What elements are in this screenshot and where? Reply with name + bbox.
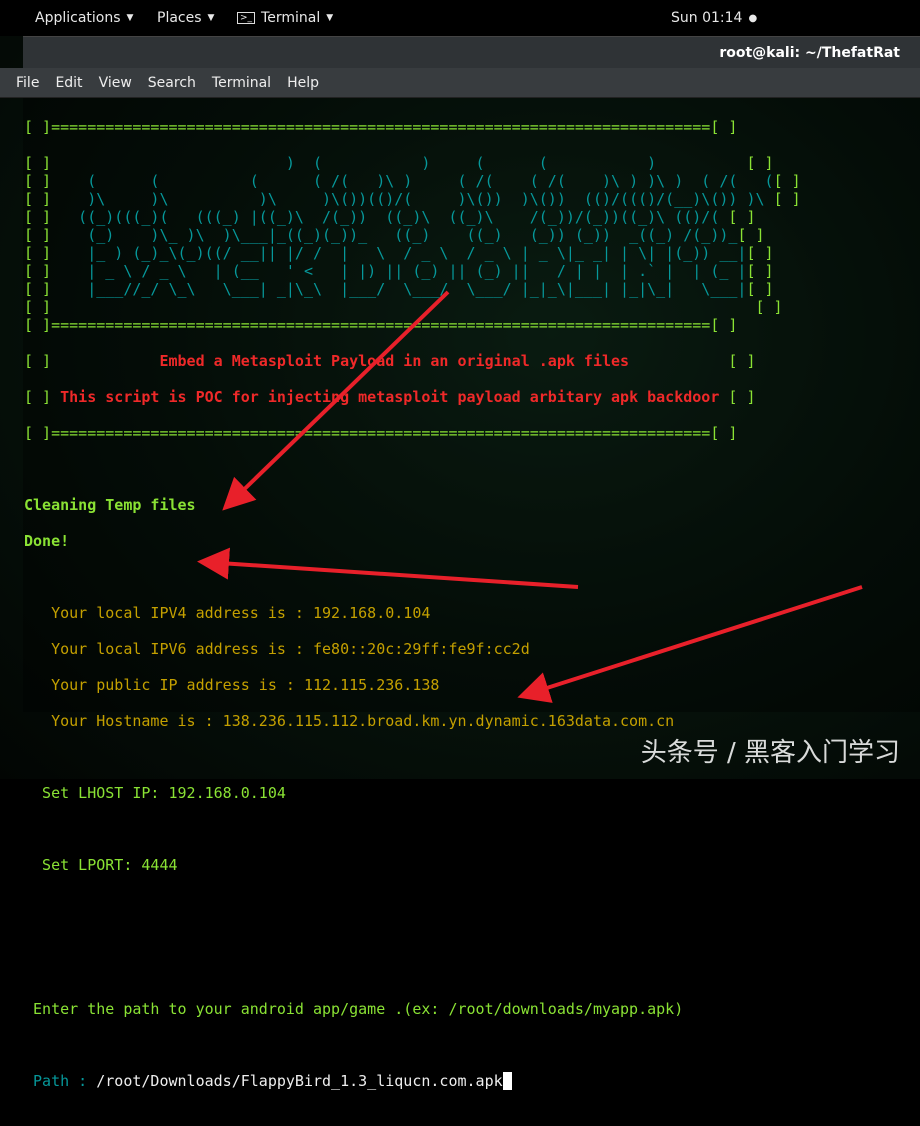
public-ip-line: Your public IP address is : 112.115.236.… [24,676,440,694]
ascii-art-row: [ ] ( ( ( ( /( )\ ) ( /( ( /( )\ ) )\ ) … [24,172,801,190]
banner-border: [ ]=====================================… [24,424,738,442]
menu-bar: File Edit View Search Terminal Help [0,68,920,98]
done-text: Done! [24,532,70,550]
ascii-art-row: [ ] ) ( ) ( ( ) [ ] [24,154,774,172]
terminal-icon: >_ [237,12,256,24]
lport-line: Set LPORT: 4444 [24,856,178,874]
places-menu[interactable]: Places ▼ [157,10,214,26]
terminal-output[interactable]: [ ]=====================================… [24,100,801,1126]
path-label: Path : [24,1072,97,1090]
text-cursor [502,1072,512,1090]
banner-border: [ ]=====================================… [24,118,738,136]
ipv4-line: Your local IPV4 address is : 192.168.0.1… [24,604,431,622]
cleaning-text: Cleaning Temp files [24,496,196,514]
ascii-art-row: [ ] ((_)(((_)( (((_) |((_)\ /(_)) ((_)\ … [24,208,756,226]
terminal-app-menu[interactable]: >_ Terminal ▼ [237,10,333,26]
ascii-art-row: [ ] )\ )\ )\ )\())(()/( )\()) )\()) (()/… [24,190,801,208]
ascii-art-row: [ ] [ ] [24,298,783,316]
lhost-line: Set LHOST IP: 192.168.0.104 [24,784,286,802]
notification-dot-icon: ● [748,12,758,24]
menu-search[interactable]: Search [140,75,204,91]
ascii-art-row: [ ] | _ \ / _ \ | (__ ' < | |) || (_) ||… [24,262,774,280]
top-panel: Applications ▼ Places ▼ >_ Terminal ▼ Sun 01… [0,0,920,36]
hostname-line: Your Hostname is : 138.236.115.112.broad… [24,712,675,730]
ipv6-line: Your local IPV6 address is : fe80::20c:2… [24,640,530,658]
enter-path-prompt: Enter the path to your android app/game … [24,1000,684,1018]
watermark: 头条号 / 黑客入门学习 [640,738,900,768]
banner-border: [ ]=====================================… [24,316,738,334]
path-input[interactable]: /root/Downloads/FlappyBird_1.3_liqucn.co… [96,1072,502,1090]
clock[interactable]: Sun 01:14 ● [671,10,757,26]
menu-edit[interactable]: Edit [47,75,90,91]
banner-subtitle: This script is POC for injecting metaspl… [51,388,729,406]
chevron-down-icon: ▼ [126,13,134,23]
menu-file[interactable]: File [8,75,47,91]
menu-help[interactable]: Help [279,75,327,91]
window-title[interactable]: root@kali: ~/ThefatRat [23,36,920,68]
menu-terminal[interactable]: Terminal [204,75,279,91]
chevron-down-icon: ▼ [326,13,334,23]
terminal-window: root@kali: ~/ThefatRat File Edit View Se… [0,36,920,1090]
ascii-art-row: [ ] (_) )\_ )\ )\___|_((_)(_))_ ((_) ((_… [24,226,765,244]
banner-title: Embed a Metasploit Payload in an origina… [51,352,729,370]
menu-view[interactable]: View [91,75,140,91]
chevron-down-icon: ▼ [207,13,215,23]
applications-menu[interactable]: Applications ▼ [35,10,133,26]
ascii-art-row: [ ] |_ ) (_)_\(_)((/ __|| |/ / | \ / _ \… [24,244,774,262]
ascii-art-row: [ ] |___//_/ \_\ \___| _|\_\ |___/ \___/… [24,280,774,298]
